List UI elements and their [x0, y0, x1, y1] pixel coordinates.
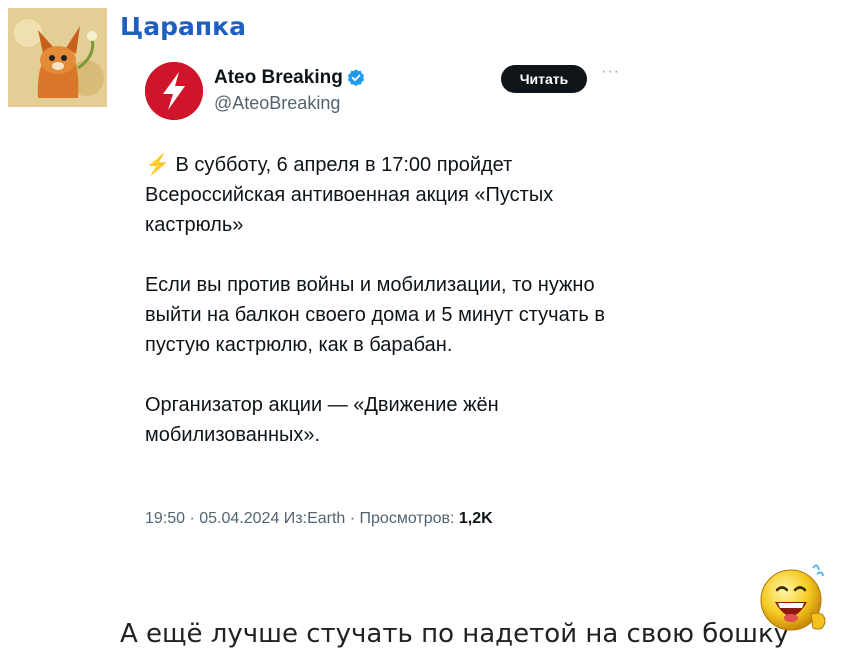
- reply-text: А ещё лучше стучать по надетой на свою б…: [120, 619, 790, 649]
- follow-button[interactable]: Читать: [501, 65, 587, 93]
- tweet-handle[interactable]: @AteoBreaking: [214, 93, 340, 114]
- tweet-display-name[interactable]: Ateo Breaking: [214, 67, 343, 89]
- ateo-logo[interactable]: [145, 62, 203, 120]
- tweet-timestamp-source[interactable]: 19:50 · 05.04.2024 Из:Earth · Просмотров…: [145, 510, 459, 527]
- tweet-paragraph: Если вы против войны и мобилизации, то н…: [145, 274, 606, 356]
- tweet-view-count: 1,2K: [458, 510, 493, 527]
- embedded-tweet: Ateo Breaking @AteoBreaking Читать ··· ⚡…: [135, 55, 625, 555]
- tweet-meta: 19:50 · 05.04.2024 Из:Earth · Просмотров…: [145, 510, 493, 528]
- tweet-paragraph: ⚡ В субботу, 6 апреля в 17:00 пройдет Вс…: [145, 154, 554, 236]
- laughing-smiley-icon: [760, 564, 826, 631]
- verified-badge-icon: [347, 69, 365, 87]
- lightning-logo-icon: [145, 62, 203, 120]
- tweet-text: ⚡ В субботу, 6 апреля в 17:00 пройдет Вс…: [145, 150, 615, 450]
- cartoon-fox-avatar: [8, 8, 107, 107]
- lightning-emoji-icon: ⚡: [145, 154, 170, 176]
- tweet-paragraph: Организатор акции — «Движение жён мобили…: [145, 394, 499, 446]
- poster-username[interactable]: Царапка: [120, 12, 246, 41]
- more-options-icon[interactable]: ···: [601, 63, 620, 81]
- poster-avatar[interactable]: [8, 8, 107, 107]
